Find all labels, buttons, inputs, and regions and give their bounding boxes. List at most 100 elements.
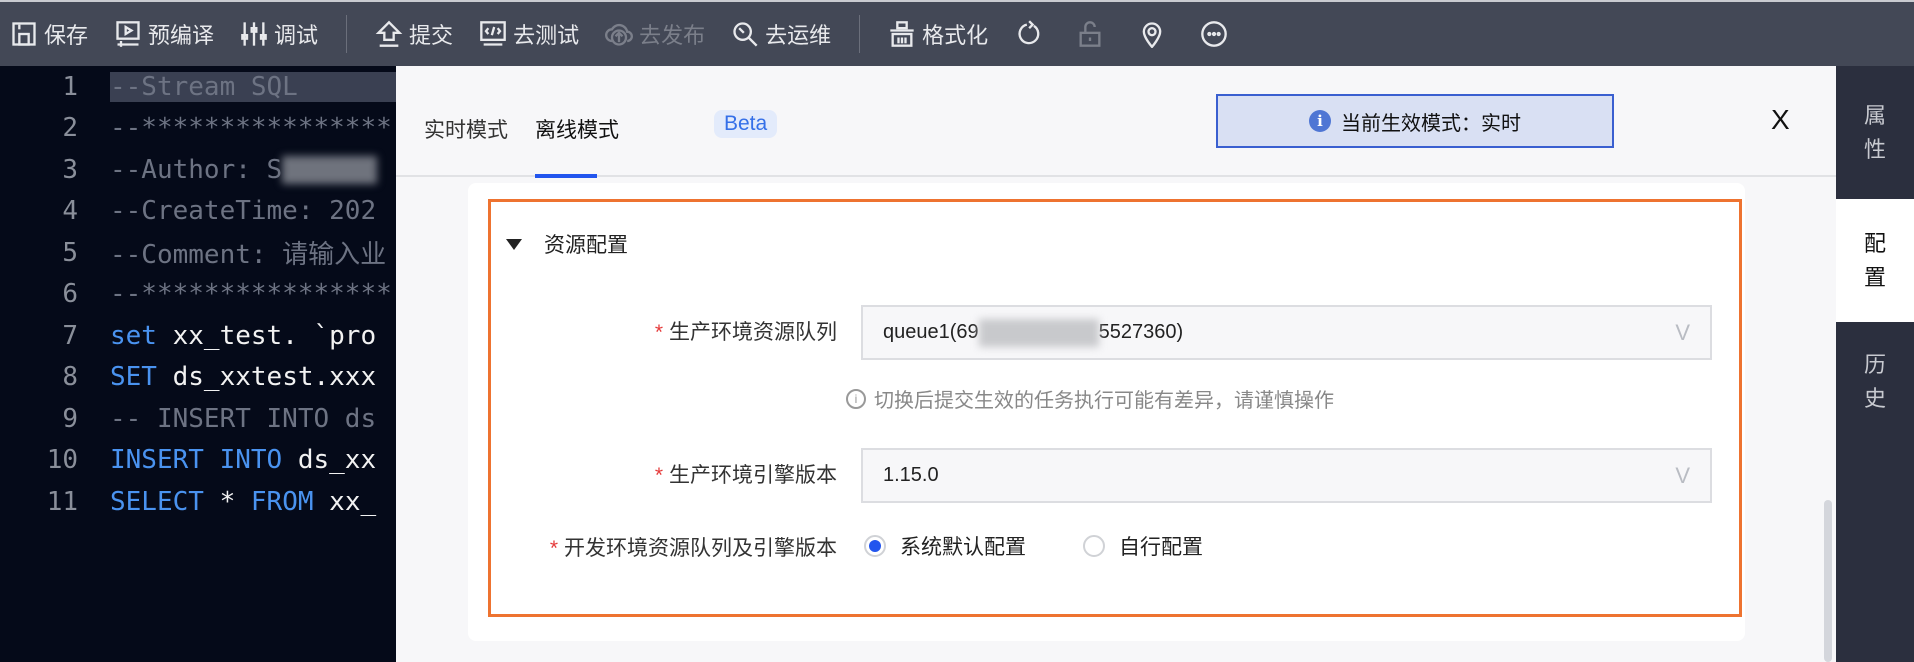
queue-select[interactable]: queue1(69 5527360) V (861, 305, 1712, 360)
code-token: --Comment: 请输入业 (110, 240, 387, 270)
code-token: xx_ (313, 486, 377, 517)
location-pin-icon (1142, 22, 1162, 48)
code-token: -- INSERT INTO ds (110, 403, 377, 434)
ops-button[interactable]: 去运维 (731, 18, 831, 50)
code-text: --Author: S (110, 155, 378, 185)
code-token: SET (110, 362, 157, 392)
code-editor[interactable]: 1 --Stream SQL 2 --**************** 3 --Autho… (0, 66, 396, 662)
code-line[interactable]: 7 set xx_test. `pro (0, 315, 396, 356)
debug-button[interactable]: 调试 (240, 18, 318, 50)
radio-checked (864, 535, 886, 557)
cloud-upload-icon (605, 23, 634, 46)
line-number: 4 (62, 196, 78, 226)
line-number: 10 (46, 445, 78, 475)
code-line[interactable]: 4 --CreateTime: 202 (0, 191, 396, 232)
sidebar-tab-properties[interactable]: 属性 (1836, 66, 1914, 199)
caret-down-icon (506, 238, 522, 250)
code-text: -- INSERT INTO ds (110, 404, 376, 434)
line-number: 2 (62, 113, 78, 143)
code-line[interactable]: 5 --Comment: 请输入业 (0, 232, 396, 273)
code-token: SELECT (110, 486, 204, 517)
panel-header: 实时模式 离线模式 Beta i 当前生效模式：实时 X (396, 66, 1836, 178)
scrollbar[interactable] (1824, 500, 1832, 662)
line-number: 9 (62, 403, 78, 434)
code-line[interactable]: 3 --Author: S (0, 149, 396, 190)
close-button[interactable]: X (1771, 104, 1790, 136)
more-button[interactable] (1200, 20, 1228, 48)
code-text: SELECT * FROM xx_ (110, 487, 376, 517)
refresh-button[interactable] (1014, 20, 1042, 48)
config-panel: 实时模式 离线模式 Beta i 当前生效模式：实时 X 资源配置 * 生产环境资源… (396, 66, 1836, 662)
divider (346, 15, 348, 53)
code-token: --**************** (110, 279, 392, 309)
code-token: --CreateTime: 202 (110, 196, 377, 226)
engine-label: * 生产环境引擎版本 (654, 464, 837, 487)
precompile-button[interactable]: 预编译 (114, 18, 214, 50)
format-button[interactable]: 格式化 (888, 18, 988, 50)
test-button[interactable]: 去测试 (479, 18, 579, 50)
dev-env-label: * 开发环境资源队列及引擎版本 (549, 537, 837, 560)
code-line[interactable]: 6 --**************** (0, 274, 396, 315)
line-number: 3 (62, 154, 78, 185)
code-token: set (110, 320, 157, 351)
code-token: * (203, 486, 251, 517)
code-line[interactable]: 10 INSERT INTO ds_xx (0, 440, 396, 481)
info-icon: i (1309, 110, 1331, 132)
redacted-text (282, 156, 378, 184)
divider (859, 15, 861, 53)
beta-badge: Beta (714, 110, 778, 138)
code-text: SET ds_xxtest.xxx (110, 362, 376, 392)
save-icon (12, 22, 36, 46)
code-text: --CreateTime: 202 (110, 196, 376, 226)
code-text: --**************** (110, 279, 392, 309)
code-token: ds_xxtest.xxx (156, 362, 377, 392)
chevron-down-icon: V (1675, 320, 1690, 345)
queue-label: * 生产环境资源队列 (654, 321, 837, 344)
code-text: --**************** (110, 113, 392, 143)
chevron-down-icon: V (1675, 463, 1690, 488)
code-monitor-icon (480, 21, 506, 46)
code-text: --Stream SQL (110, 71, 396, 102)
code-token: ds_xx (282, 445, 377, 475)
radio-custom-config[interactable]: 自行配置 (1083, 531, 1203, 561)
line-number: 7 (62, 320, 78, 351)
code-text: set xx_test. `pro (110, 321, 376, 351)
right-sidebar: 属性 配置 历史 (1836, 66, 1914, 662)
code-line[interactable]: 9 -- INSERT INTO ds (0, 398, 396, 439)
sidebar-tab-config[interactable]: 配置 (1836, 199, 1914, 322)
publish-button[interactable]: 去发布 (605, 18, 705, 50)
line-number: 8 (62, 362, 78, 392)
submit-button[interactable]: 提交 (375, 18, 453, 50)
section-resource-config[interactable]: 资源配置 (506, 229, 628, 259)
line-number: 11 (46, 486, 78, 517)
code-text: --Comment: 请输入业 (110, 234, 386, 271)
save-button[interactable]: 保存 (10, 18, 88, 50)
radio-unchecked (1083, 535, 1105, 557)
code-line[interactable]: 2 --**************** (0, 108, 396, 149)
code-token: FROM (250, 486, 314, 517)
switch-hint: i 切换后提交生效的任务执行可能有差异，请谨慎操作 (846, 384, 1334, 413)
play-screen-icon (116, 21, 140, 47)
code-text: INSERT INTO ds_xx (110, 445, 376, 475)
radio-default-config[interactable]: 系统默认配置 (864, 531, 1026, 561)
line-number: 6 (62, 279, 78, 309)
engine-version-select[interactable]: 1.15.0 V (861, 448, 1712, 503)
format-brush-icon (890, 21, 914, 47)
unlock-icon (1079, 21, 1101, 47)
code-line[interactable]: 11 SELECT * FROM xx_ (0, 481, 396, 522)
lock-button[interactable] (1076, 20, 1104, 48)
line-number: 5 (62, 237, 78, 268)
code-token: INSERT INTO (110, 445, 283, 475)
code-line[interactable]: 8 SET ds_xxtest.xxx (0, 357, 396, 398)
refresh-icon (1018, 20, 1040, 45)
code-token: xx_test. `pro (156, 320, 377, 351)
sliders-icon (241, 22, 267, 46)
code-token: --Stream SQL (110, 71, 298, 102)
code-line[interactable]: 1 --Stream SQL (0, 66, 396, 107)
redacted-text (978, 318, 1099, 347)
tab-offline-mode[interactable]: 离线模式 (535, 114, 619, 144)
tab-realtime-mode[interactable]: 实时模式 (424, 114, 510, 144)
locate-button[interactable] (1138, 20, 1166, 48)
upload-arrow-icon (375, 20, 403, 47)
sidebar-tab-history[interactable]: 历史 (1836, 322, 1914, 442)
